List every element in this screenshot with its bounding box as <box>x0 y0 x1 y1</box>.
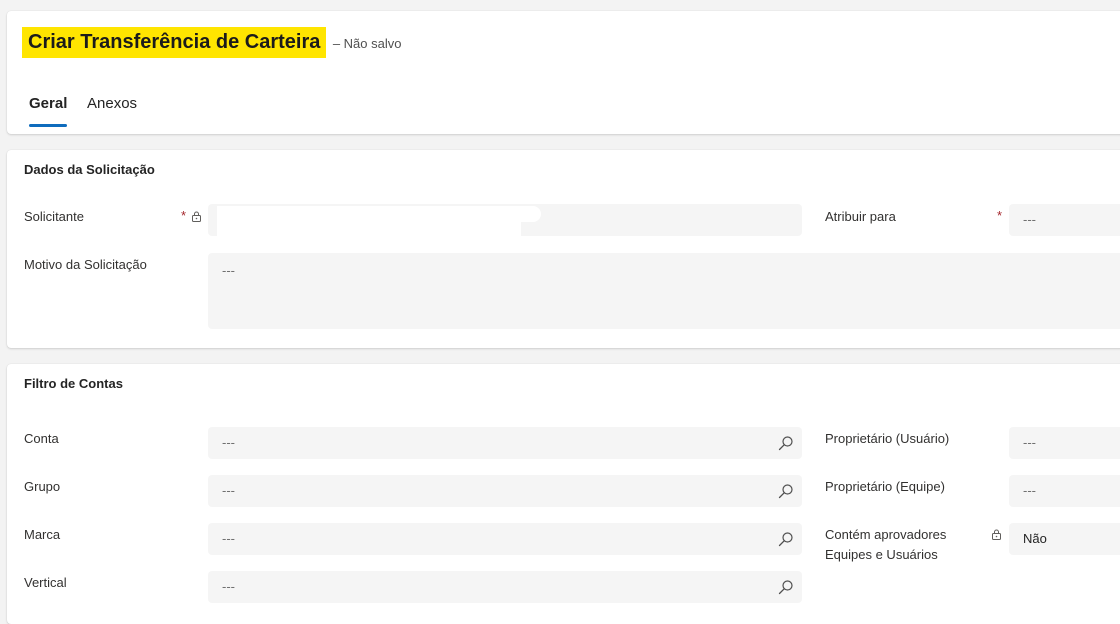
contem-aprovadores-label-line2: Equipes e Usuários <box>825 547 938 562</box>
search-icon[interactable] <box>778 531 794 547</box>
conta-lookup[interactable]: --- <box>208 427 802 459</box>
solicitante-label: Solicitante <box>24 209 84 224</box>
search-icon[interactable] <box>778 435 794 451</box>
section-title-filter: Filtro de Contas <box>24 376 123 391</box>
contem-aprovadores-label: Contém aprovadores Equipes e Usuários <box>825 525 946 565</box>
save-status: – Não salvo <box>332 36 402 52</box>
atribuir-para-label: Atribuir para <box>825 209 896 224</box>
redacted-value <box>217 206 541 222</box>
lock-icon <box>192 211 201 222</box>
proprietario-usuario-field[interactable]: --- <box>1009 427 1120 459</box>
contem-aprovadores-field[interactable]: Não <box>1009 523 1120 555</box>
motivo-textarea[interactable]: --- <box>208 253 1120 329</box>
grupo-label: Grupo <box>24 479 61 494</box>
lock-icon <box>992 529 1001 540</box>
search-icon[interactable] <box>778 579 794 595</box>
page-title: Criar Transferência de Carteira <box>22 27 327 58</box>
vertical-lookup[interactable]: --- <box>208 571 802 603</box>
search-icon[interactable] <box>778 483 794 499</box>
vertical-value: --- <box>222 579 235 594</box>
filter-section: Filtro de Contas Conta --- Grupo --- Mar… <box>7 364 1120 624</box>
proprietario-equipe-field[interactable]: --- <box>1009 475 1120 507</box>
active-tab-indicator <box>29 124 67 127</box>
contem-aprovadores-label-line1: Contém aprovadores <box>825 527 947 542</box>
grupo-lookup[interactable]: --- <box>208 475 802 507</box>
tab-geral[interactable]: Geral <box>29 95 67 112</box>
section-title-request: Dados da Solicitação <box>24 162 155 177</box>
atribuir-para-field[interactable]: --- <box>1009 204 1120 236</box>
marca-lookup[interactable]: --- <box>208 523 802 555</box>
vertical-label: Vertical <box>24 575 67 590</box>
redacted-value-tail <box>217 222 521 236</box>
required-marker: * <box>181 208 187 223</box>
request-section: Dados da Solicitação Solicitante * Atrib… <box>7 150 1120 348</box>
required-marker: * <box>997 208 1003 223</box>
grupo-value: --- <box>222 483 235 498</box>
proprietario-equipe-label: Proprietário (Equipe) <box>825 479 945 494</box>
form-header: Criar Transferência de Carteira – Não sa… <box>7 11 1120 134</box>
conta-label: Conta <box>24 431 59 446</box>
conta-value: --- <box>222 435 235 450</box>
motivo-label: Motivo da Solicitação <box>24 257 147 272</box>
tab-anexos[interactable]: Anexos <box>87 95 137 112</box>
marca-value: --- <box>222 531 235 546</box>
title-area: Criar Transferência de Carteira – Não sa… <box>22 27 401 58</box>
marca-label: Marca <box>24 527 61 542</box>
proprietario-usuario-label: Proprietário (Usuário) <box>825 431 950 446</box>
